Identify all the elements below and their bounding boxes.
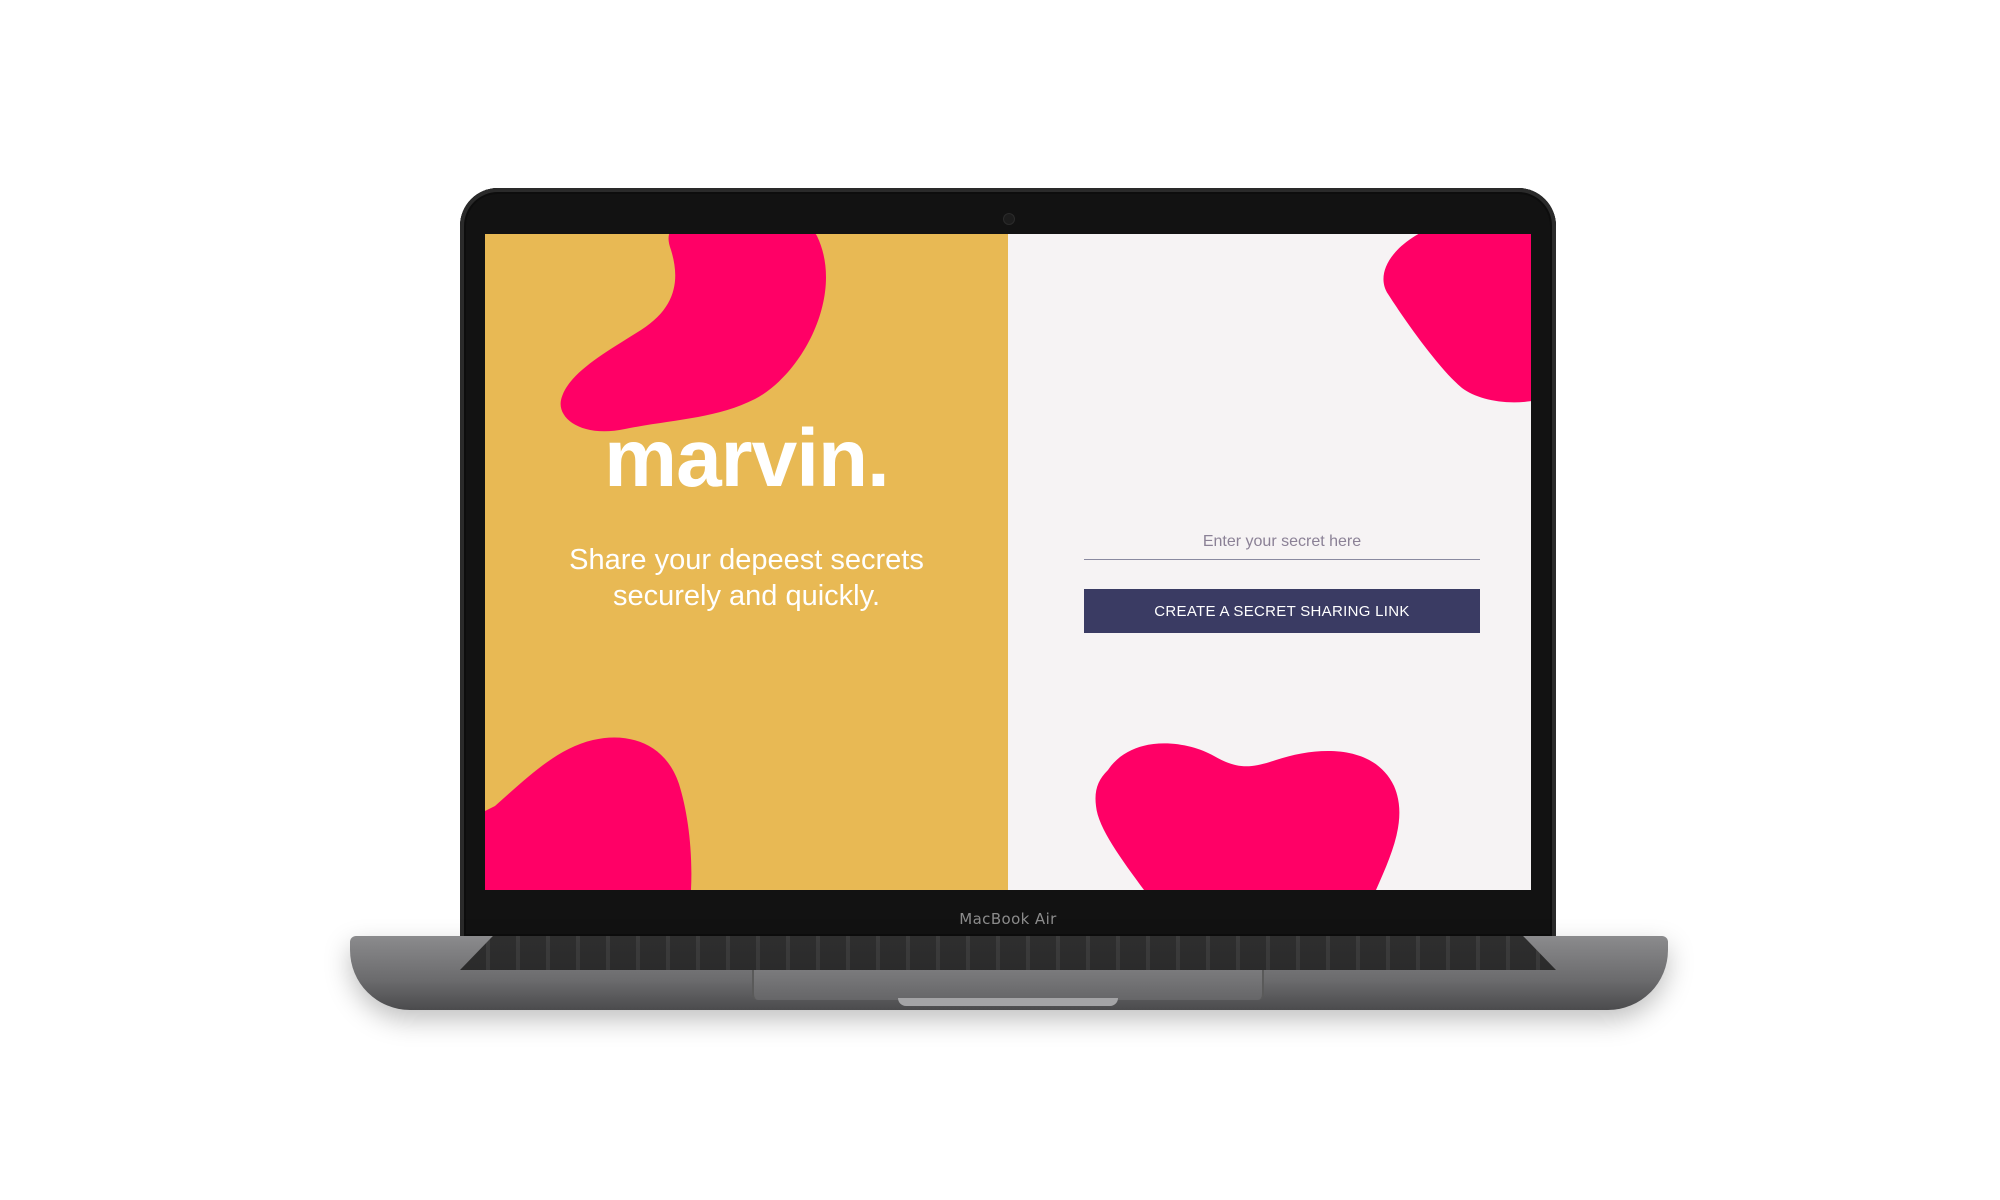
app-screen: marvin. Share your depeest secrets secur…: [485, 234, 1531, 890]
secret-input[interactable]: [1084, 524, 1480, 560]
app-tagline: Share your depeest secrets securely and …: [569, 544, 924, 612]
laptop-trackpad: [752, 970, 1264, 1000]
app-logo: marvin.: [604, 413, 890, 504]
create-secret-link-button[interactable]: CREATE A SECRET SHARING LINK: [1084, 589, 1480, 633]
laptop-keyboard: [460, 936, 1556, 970]
camera-icon: [1004, 214, 1014, 224]
bottom-left-blob-shape: [485, 737, 692, 890]
laptop-mockup: marvin. Share your depeest secrets secur…: [0, 0, 2000, 1200]
hero-panel: marvin. Share your depeest secrets secur…: [485, 234, 1008, 890]
device-brand-label: MacBook Air: [959, 910, 1057, 928]
bottom-blob-shape: [1095, 743, 1400, 890]
top-right-blob-shape: [1383, 234, 1531, 403]
form-panel: CREATE A SECRET SHARING LINK: [1008, 234, 1531, 890]
laptop-notch: [898, 998, 1118, 1006]
